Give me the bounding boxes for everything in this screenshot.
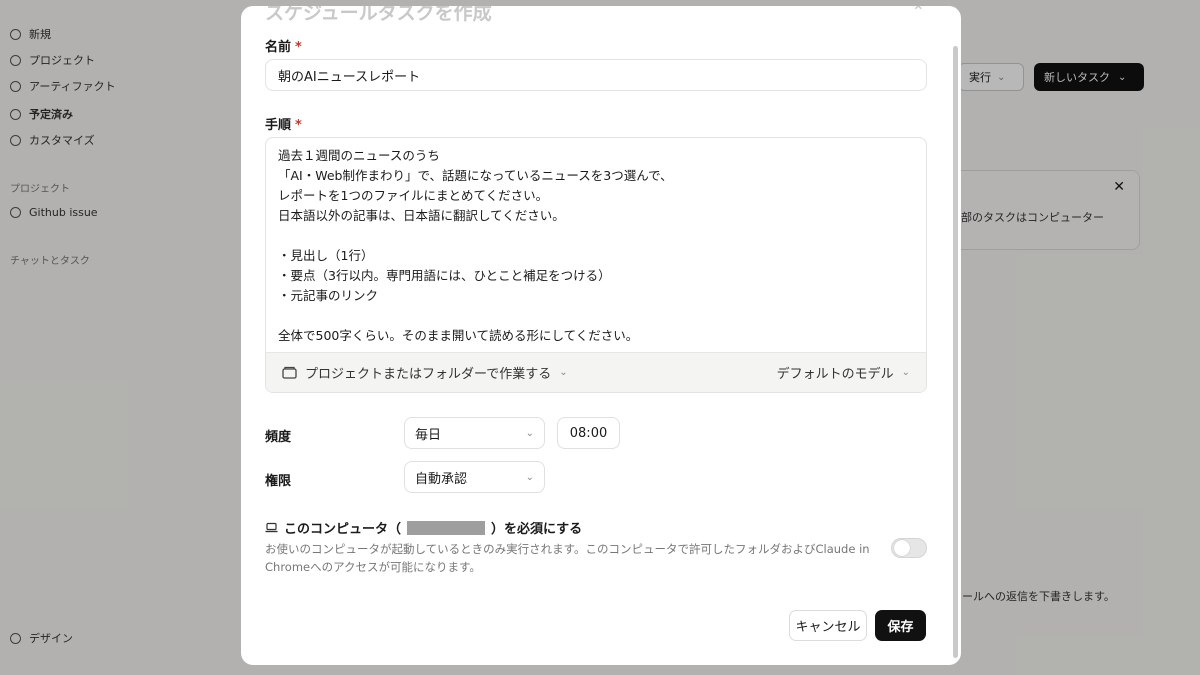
require-computer-title: このコンピュータ（ ）を必須にする: [265, 518, 582, 537]
permission-select[interactable]: 自動承認 ⌄: [404, 461, 545, 493]
folder-icon: [282, 366, 297, 379]
require-computer-toggle[interactable]: [891, 538, 927, 558]
create-schedule-task-dialog: スケジュールタスクを作成 ⌃ 名前* 手順* 過去１週間のニュースのうち 「AI…: [241, 6, 961, 665]
required-mark: *: [295, 118, 302, 133]
name-label: 名前 *: [265, 40, 302, 55]
steps-label: 手順 *: [265, 118, 302, 133]
model-select-button[interactable]: デフォルトのモデル ⌄: [777, 363, 910, 382]
chevron-down-icon: ⌄: [559, 367, 568, 378]
steps-textarea[interactable]: 過去１週間のニュースのうち 「AI・Web制作まわり」で、話題になっているニュー…: [265, 137, 927, 393]
permission-label: 権限: [265, 474, 292, 489]
close-icon[interactable]: ⌃: [912, 6, 925, 21]
laptop-icon: [265, 522, 278, 533]
dialog-scrollbar[interactable]: [953, 46, 958, 658]
steps-footer: プロジェクトまたはフォルダーで作業する ⌄ デフォルトのモデル ⌄: [266, 352, 926, 392]
redacted-computer-name: [407, 520, 486, 535]
chevron-down-icon: ⌄: [901, 367, 910, 378]
folder-select-button[interactable]: プロジェクトまたはフォルダーで作業する ⌄: [282, 363, 568, 382]
toggle-knob: [894, 540, 910, 556]
chevron-down-icon: ⌄: [525, 427, 534, 439]
dialog-title: スケジュールタスクを作成: [265, 6, 492, 24]
cancel-button[interactable]: キャンセル: [789, 610, 867, 641]
steps-text[interactable]: 過去１週間のニュースのうち 「AI・Web制作まわり」で、話題になっているニュー…: [266, 138, 926, 353]
frequency-label: 頻度: [265, 430, 292, 445]
chevron-down-icon: ⌄: [525, 471, 534, 483]
time-input[interactable]: 08:00: [557, 417, 620, 449]
frequency-select[interactable]: 毎日 ⌄: [404, 417, 545, 449]
save-button[interactable]: 保存: [875, 610, 926, 641]
required-mark: *: [295, 40, 302, 55]
require-computer-description: お使いのコンピュータが起動しているときのみ実行されます。このコンピュータで許可し…: [265, 542, 870, 574]
task-name-input[interactable]: [265, 59, 927, 91]
